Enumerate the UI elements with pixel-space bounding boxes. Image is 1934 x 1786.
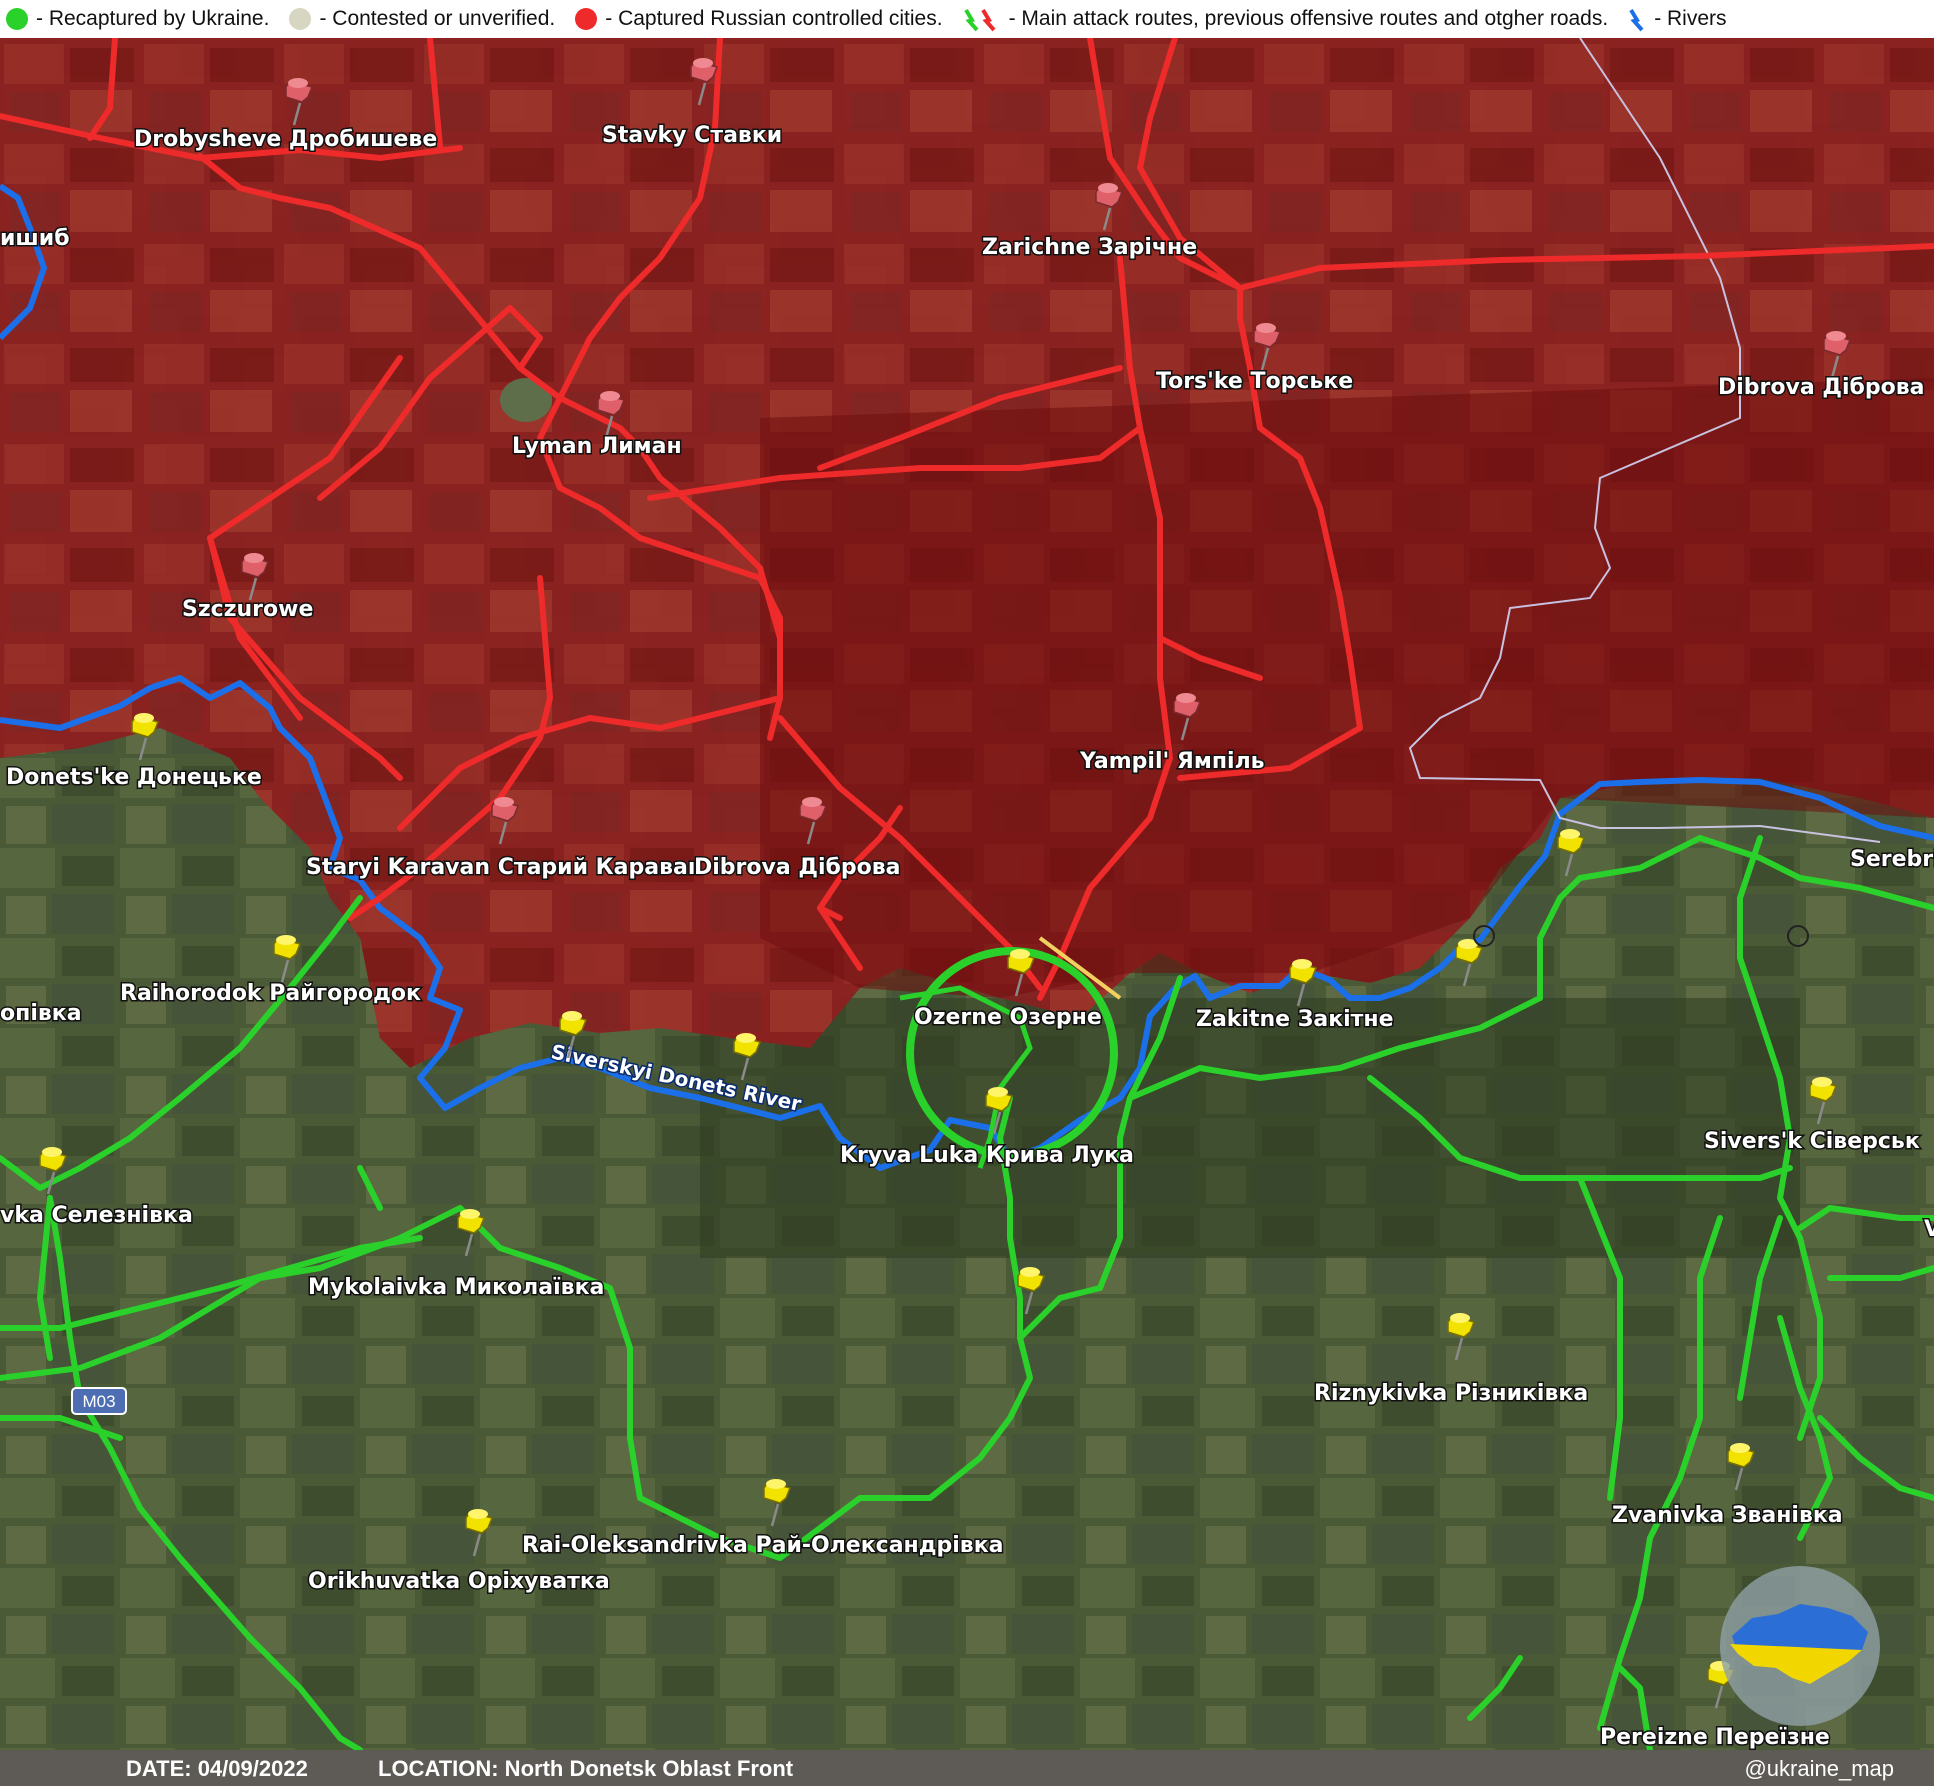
label-zakitne: Zakitne Закітне bbox=[1196, 1007, 1394, 1032]
label-kryva-luka: Kryva Luka Крива Лука bbox=[840, 1143, 1134, 1168]
label-seleznivka: vka Селезнівка bbox=[0, 1203, 193, 1228]
map-date: DATE: 04/09/2022 bbox=[126, 1756, 308, 1781]
legend-recaptured-label: - Recaptured by Ukraine. bbox=[36, 7, 270, 30]
label-edge-v: V bbox=[1924, 1217, 1934, 1242]
label-opivka: опівка bbox=[0, 1001, 82, 1026]
label-stavky: Stavky Ставки bbox=[602, 123, 782, 148]
map-location: LOCATION: North Donetsk Oblast Front bbox=[378, 1756, 794, 1781]
label-raihorodok: Raihorodok Райгородок bbox=[120, 981, 421, 1006]
label-serebrianka: Serebri bbox=[1850, 847, 1934, 872]
label-yatske: ишиб bbox=[0, 226, 70, 251]
dark-forest-band bbox=[700, 998, 1800, 1258]
legend-recaptured: - Recaptured by Ukraine. bbox=[0, 7, 269, 31]
river-line-icon bbox=[1629, 8, 1644, 32]
label-donetske: Donets'ke Донецьке bbox=[6, 765, 262, 790]
m03-road-label: M03 bbox=[82, 1392, 115, 1411]
label-ozerne: Ozerne Озерне bbox=[914, 1005, 1102, 1030]
m03-road-shield: M03 bbox=[71, 1387, 127, 1415]
legend-rivers-label: - Rivers bbox=[1654, 7, 1727, 30]
red-dot-icon bbox=[575, 8, 598, 30]
label-drobysheve: Drobysheve Дробишеве bbox=[134, 127, 437, 152]
label-dibrova: Dibrova Діброва bbox=[694, 855, 901, 880]
grey-dot-icon bbox=[289, 8, 312, 30]
route-lines-icon bbox=[963, 8, 996, 32]
label-dibrova-ne: Dibrova Діброва bbox=[1718, 375, 1925, 400]
label-mykolaivka: Mykolaivka Миколаївка bbox=[308, 1275, 604, 1300]
map-legend: - Recaptured by Ukraine. - Contested or … bbox=[0, 0, 1934, 38]
legend-contested: - Contested or unverified. bbox=[283, 7, 555, 31]
label-siversk: Sivers'k Сіверськ bbox=[1704, 1129, 1920, 1154]
label-torske: Tors'ke Торське bbox=[1156, 369, 1353, 394]
legend-captured-label: - Captured Russian controlled cities. bbox=[605, 7, 943, 30]
front-map[interactable]: M03 Siverskyi Donets River Drobysheve Др… bbox=[0, 38, 1934, 1750]
legend-rivers: - Rivers bbox=[1622, 6, 1727, 32]
label-zarichne: Zarichne Зарічне bbox=[982, 235, 1197, 260]
label-riznykivka: Riznykivka Різниківка bbox=[1314, 1381, 1588, 1406]
legend-routes: - Main attack routes, previous offensive… bbox=[957, 6, 1609, 32]
ukraine-map-logo bbox=[1720, 1566, 1880, 1726]
label-staryi-karavan: Staryi Karavan Старий Каравaı bbox=[306, 855, 695, 880]
label-orikhuvatka: Orikhuvatka Оріхуватка bbox=[308, 1569, 610, 1594]
legend-contested-label: - Contested or unverified. bbox=[319, 7, 556, 30]
author-handle: @ukraine_map bbox=[1744, 1756, 1894, 1781]
legend-routes-label: - Main attack routes, previous offensive… bbox=[1008, 7, 1609, 30]
label-szczurowe: Szczurowe bbox=[182, 597, 313, 622]
footer-bar: DATE: 04/09/2022 LOCATION: North Donetsk… bbox=[0, 1750, 1934, 1786]
label-rai-oleksandrivka: Rai-Oleksandrivka Рай-Олександрівка bbox=[522, 1533, 1004, 1558]
label-lyman: Lyman Лиман bbox=[512, 434, 682, 459]
green-dot-icon bbox=[6, 8, 28, 30]
label-pereizne: Pereizne Переїзне bbox=[1600, 1725, 1830, 1750]
label-yampil: Yampil' Ямпіль bbox=[1079, 749, 1265, 774]
label-zvanivka: Zvanivka Званівка bbox=[1612, 1503, 1843, 1528]
legend-captured: - Captured Russian controlled cities. bbox=[569, 7, 943, 31]
